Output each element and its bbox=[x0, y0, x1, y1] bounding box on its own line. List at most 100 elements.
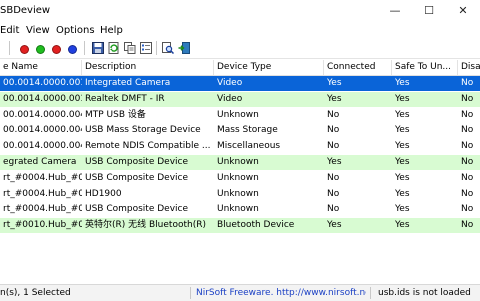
menu-help[interactable]: Help bbox=[100, 24, 123, 38]
cell-safe-to-unplug bbox=[392, 234, 458, 249]
column-header-description[interactable]: Description bbox=[82, 60, 214, 75]
red-dot-icon-2[interactable] bbox=[52, 45, 61, 54]
column-header-name[interactable]: e Name bbox=[0, 60, 82, 75]
cell-description: USB Composite Device bbox=[85, 157, 189, 167]
column-header-device-type[interactable]: Device Type bbox=[214, 60, 324, 75]
cell-disabled: No bbox=[461, 204, 474, 215]
cell-device-type: Unknown bbox=[217, 188, 259, 199]
toolbar-separator-2 bbox=[84, 41, 85, 55]
cell-device-type: Unknown bbox=[217, 172, 259, 183]
cell-safe-to-unplug: Yes bbox=[395, 157, 410, 167]
cell-description: USB Mass Storage Device bbox=[85, 125, 201, 136]
status-item-count: n(s), 1 Selected bbox=[0, 288, 71, 298]
table-row[interactable]: 00.0014.0000.001....Realtek DMFT - IR Vid… bbox=[0, 91, 480, 107]
cell-device-type: Unknown bbox=[217, 109, 259, 120]
toolbar-separator-3 bbox=[156, 41, 157, 55]
exit-icon[interactable] bbox=[178, 42, 190, 54]
cell-description: USB Composite Device bbox=[85, 204, 189, 215]
table-row[interactable]: egrated Camera USB Composite Device Unknow… bbox=[0, 155, 480, 170]
cell-description: HD1900 bbox=[85, 188, 122, 199]
table-header: e Name Description Device Type Connected… bbox=[0, 60, 480, 76]
cell-disabled: No bbox=[461, 78, 474, 88]
menu-options[interactable]: Options bbox=[56, 24, 95, 38]
table-row[interactable] bbox=[0, 234, 480, 249]
title-bar: SBDeview — ☐ ✕ bbox=[0, 0, 480, 24]
cell-connected: Yes bbox=[327, 93, 342, 104]
table-row[interactable]: 00.0014.0000.004....Remote NDIS Compatib… bbox=[0, 139, 480, 154]
cell-description: USB Composite Device bbox=[85, 172, 189, 183]
status-bar: n(s), 1 Selected NirSoft Freeware. http:… bbox=[0, 284, 480, 301]
table-row[interactable]: rt_#0004.Hub_#0...USB Composite Device Un… bbox=[0, 202, 480, 217]
cell-name: 00.0014.0000.004.... bbox=[3, 141, 82, 152]
cell-device-type: Video bbox=[217, 93, 243, 104]
table-row[interactable]: 00.0014.0000.004....USB Mass Storage Dev… bbox=[0, 123, 480, 138]
menu-view[interactable]: View bbox=[26, 24, 50, 38]
cell-device-type: Unknown bbox=[217, 204, 259, 215]
cell-disabled: No bbox=[461, 157, 474, 167]
cell-safe-to-unplug: Yes bbox=[395, 109, 410, 120]
column-header-safe-to-unplug[interactable]: Safe To Un... bbox=[392, 60, 458, 75]
cell-device-type: Miscellaneous bbox=[217, 141, 281, 152]
nirsoft-link[interactable]: NirSoft Freeware. http://www.nirsoft.net bbox=[196, 285, 366, 301]
cell-name: egrated Camera bbox=[3, 157, 77, 167]
refresh-icon[interactable] bbox=[108, 42, 120, 54]
cell-safe-to-unplug: Yes bbox=[395, 93, 410, 104]
table-row[interactable]: 00.0014.0000.004....MTP USB 设备 Unknown No Y… bbox=[0, 108, 480, 123]
copy-icon[interactable] bbox=[124, 42, 136, 54]
properties-icon[interactable] bbox=[140, 42, 152, 54]
cell-connected: No bbox=[327, 172, 340, 183]
cell-safe-to-unplug: Yes bbox=[395, 172, 410, 183]
status-divider bbox=[190, 287, 191, 299]
cell-device-type: Bluetooth Device bbox=[217, 220, 295, 231]
cell-device-type: Video bbox=[217, 78, 243, 88]
save-icon[interactable] bbox=[92, 42, 104, 54]
cell-description: 英特尔(R) 无线 Bluetooth(R) bbox=[85, 220, 206, 231]
cell-disabled: No bbox=[461, 141, 474, 152]
cell-description: MTP USB 设备 bbox=[85, 109, 146, 120]
device-table: e Name Description Device Type Connected… bbox=[0, 60, 480, 282]
cell-disabled bbox=[458, 234, 480, 249]
cell-safe-to-unplug: Yes bbox=[395, 220, 410, 231]
menu-edit[interactable]: Edit bbox=[0, 24, 19, 38]
cell-connected: Yes bbox=[327, 78, 342, 88]
maximize-button[interactable]: ☐ bbox=[412, 0, 446, 24]
cell-name: 00.0014.0000.004.... bbox=[3, 125, 82, 136]
cell-name bbox=[0, 234, 82, 249]
cell-disabled: No bbox=[461, 109, 474, 120]
cell-device-type: Unknown bbox=[217, 157, 259, 167]
cell-safe-to-unplug: Yes bbox=[395, 78, 410, 88]
cell-safe-to-unplug: Yes bbox=[395, 125, 410, 136]
column-header-connected[interactable]: Connected bbox=[324, 60, 392, 75]
cell-connected: No bbox=[327, 204, 340, 215]
cell-description: Integrated Camera bbox=[85, 78, 171, 88]
window-title: SBDeview bbox=[0, 5, 51, 16]
cell-name: 00.0014.0000.001.... bbox=[3, 93, 82, 104]
close-button[interactable]: ✕ bbox=[446, 0, 480, 24]
column-header-disabled[interactable]: Disa bbox=[458, 60, 480, 75]
table-row[interactable]: rt_#0004.Hub_#0...USB Composite Device Un… bbox=[0, 171, 480, 186]
cell-connected: No bbox=[327, 109, 340, 120]
cell-disabled: No bbox=[461, 125, 474, 136]
table-row[interactable]: rt_#0010.Hub_#0...英特尔(R) 无线 Bluetooth(R)… bbox=[0, 218, 480, 234]
cell-connected: No bbox=[327, 141, 340, 152]
cell-disabled: No bbox=[461, 188, 474, 199]
cell-name: rt_#0010.Hub_#0... bbox=[3, 220, 82, 231]
green-dot-icon[interactable] bbox=[36, 45, 45, 54]
cell-disabled: No bbox=[461, 93, 474, 104]
minimize-button[interactable]: — bbox=[378, 0, 412, 24]
cell-name: rt_#0004.Hub_#0... bbox=[3, 204, 82, 215]
red-dot-icon[interactable] bbox=[20, 45, 29, 54]
cell-connected: Yes bbox=[327, 220, 342, 231]
cell-safe-to-unplug: Yes bbox=[395, 141, 410, 152]
find-icon[interactable] bbox=[162, 42, 174, 54]
cell-safe-to-unplug: Yes bbox=[395, 188, 410, 199]
cell-name: 00.0014.0000.001.... bbox=[3, 78, 82, 88]
table-row[interactable]: 00.0014.0000.001....Integrated Camera Vid… bbox=[0, 76, 480, 91]
menu-bar: Edit View Options Help bbox=[0, 24, 480, 38]
cell-connected: Yes bbox=[327, 157, 342, 167]
cell-name: rt_#0004.Hub_#0... bbox=[3, 172, 82, 183]
table-row[interactable]: rt_#0004.Hub_#0...HD1900 Unknown No Yes No bbox=[0, 187, 480, 202]
cell-connected: No bbox=[327, 125, 340, 136]
cell-safe-to-unplug: Yes bbox=[395, 204, 410, 215]
blue-dot-icon[interactable] bbox=[68, 45, 77, 54]
